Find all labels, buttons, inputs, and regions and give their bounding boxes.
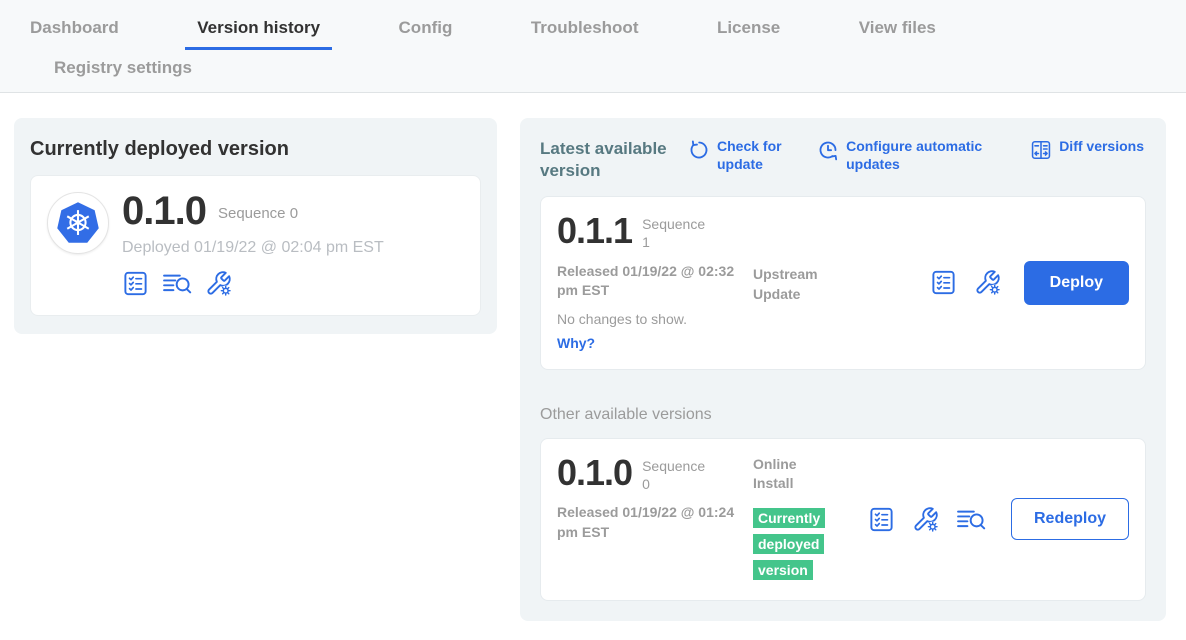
nav-row-primary: Dashboard Version history Config Trouble… bbox=[0, 12, 1186, 50]
check-for-update-link[interactable]: Check for update bbox=[688, 138, 793, 173]
deployed-version-details: 0.1.0 Sequence 0 Deployed 01/19/22 @ 02:… bbox=[122, 192, 384, 297]
schedule-refresh-icon bbox=[817, 139, 839, 161]
currently-deployed-panel: Currently deployed version 0.1.0 Sequenc… bbox=[14, 118, 497, 334]
no-changes-text: No changes to show. bbox=[557, 311, 753, 327]
latest-version-number: 0.1.1 bbox=[557, 213, 632, 249]
other-sequence-label: Sequence 0 bbox=[642, 455, 712, 493]
tab-troubleshoot[interactable]: Troubleshoot bbox=[519, 12, 651, 50]
deploy-logs-icon[interactable] bbox=[956, 506, 986, 533]
other-released-timestamp: Released 01/19/22 @ 01:24 pm EST bbox=[557, 503, 739, 542]
check-for-update-label: Check for update bbox=[717, 138, 793, 173]
nav-row-secondary: Registry settings bbox=[0, 52, 1186, 92]
tab-registry-settings[interactable]: Registry settings bbox=[42, 52, 204, 82]
latest-version-info: 0.1.1 Sequence 1 Released 01/19/22 @ 02:… bbox=[557, 213, 753, 353]
tab-view-files[interactable]: View files bbox=[847, 12, 948, 50]
tab-version-history[interactable]: Version history bbox=[185, 12, 332, 50]
other-version-card: 0.1.0 Sequence 0 Released 01/19/22 @ 01:… bbox=[540, 438, 1146, 601]
latest-version-actions: Deploy bbox=[930, 261, 1129, 305]
other-version-actions: Redeploy bbox=[868, 498, 1129, 540]
version-actions: Check for update Configure automatic upd… bbox=[688, 138, 1146, 173]
configure-automatic-updates-link[interactable]: Configure automatic updates bbox=[817, 138, 1006, 173]
diff-versions-link[interactable]: Diff versions bbox=[1030, 138, 1144, 173]
main-content: Currently deployed version 0.1.0 Sequenc… bbox=[0, 93, 1186, 621]
deployed-version-number: 0.1.0 bbox=[122, 192, 206, 230]
tab-dashboard[interactable]: Dashboard bbox=[18, 12, 131, 50]
deploy-button[interactable]: Deploy bbox=[1024, 261, 1129, 305]
currently-deployed-badge-wrap: Currently deployed version bbox=[753, 506, 845, 584]
refresh-icon bbox=[688, 139, 710, 161]
preflight-checks-icon[interactable] bbox=[930, 269, 957, 296]
available-versions-panel: Latest available version Check for updat… bbox=[520, 118, 1166, 621]
online-install-label: Online Install bbox=[753, 455, 835, 494]
latest-source-column: Upstream Update bbox=[753, 213, 849, 353]
edit-config-icon[interactable] bbox=[974, 269, 1001, 296]
tab-config[interactable]: Config bbox=[387, 12, 465, 50]
kubernetes-logo bbox=[47, 192, 109, 254]
deployed-version-card: 0.1.0 Sequence 0 Deployed 01/19/22 @ 02:… bbox=[30, 175, 481, 316]
deployed-timestamp: Deployed 01/19/22 @ 02:04 pm EST bbox=[122, 239, 384, 257]
deploy-logs-icon[interactable] bbox=[162, 270, 192, 297]
tab-license[interactable]: License bbox=[705, 12, 792, 50]
other-version-info: 0.1.0 Sequence 0 Released 01/19/22 @ 01:… bbox=[557, 455, 753, 584]
other-source-column: Online Install Currently deployed versio… bbox=[753, 455, 849, 584]
preflight-checks-icon[interactable] bbox=[122, 270, 149, 297]
latest-released-timestamp: Released 01/19/22 @ 02:32 pm EST bbox=[557, 262, 739, 301]
redeploy-button[interactable]: Redeploy bbox=[1011, 498, 1129, 540]
configure-automatic-updates-label: Configure automatic updates bbox=[846, 138, 1006, 173]
diff-versions-label: Diff versions bbox=[1059, 138, 1144, 173]
other-version-number: 0.1.0 bbox=[557, 455, 632, 491]
latest-version-card: 0.1.1 Sequence 1 Released 01/19/22 @ 02:… bbox=[540, 196, 1146, 370]
edit-config-icon[interactable] bbox=[912, 506, 939, 533]
preflight-checks-icon[interactable] bbox=[868, 506, 895, 533]
diff-columns-icon bbox=[1030, 139, 1052, 161]
edit-config-icon[interactable] bbox=[205, 270, 232, 297]
deployed-sequence-label: Sequence 0 bbox=[218, 192, 298, 222]
latest-available-title: Latest available version bbox=[540, 138, 688, 182]
currently-deployed-badge: Currently deployed version bbox=[753, 508, 825, 580]
latest-sequence-label: Sequence 1 bbox=[642, 213, 712, 251]
why-link[interactable]: Why? bbox=[557, 335, 595, 351]
top-navigation: Dashboard Version history Config Trouble… bbox=[0, 0, 1186, 93]
upstream-update-label: Upstream Update bbox=[753, 265, 835, 304]
currently-deployed-title: Currently deployed version bbox=[30, 138, 481, 161]
other-versions-title: Other available versions bbox=[540, 406, 1146, 424]
